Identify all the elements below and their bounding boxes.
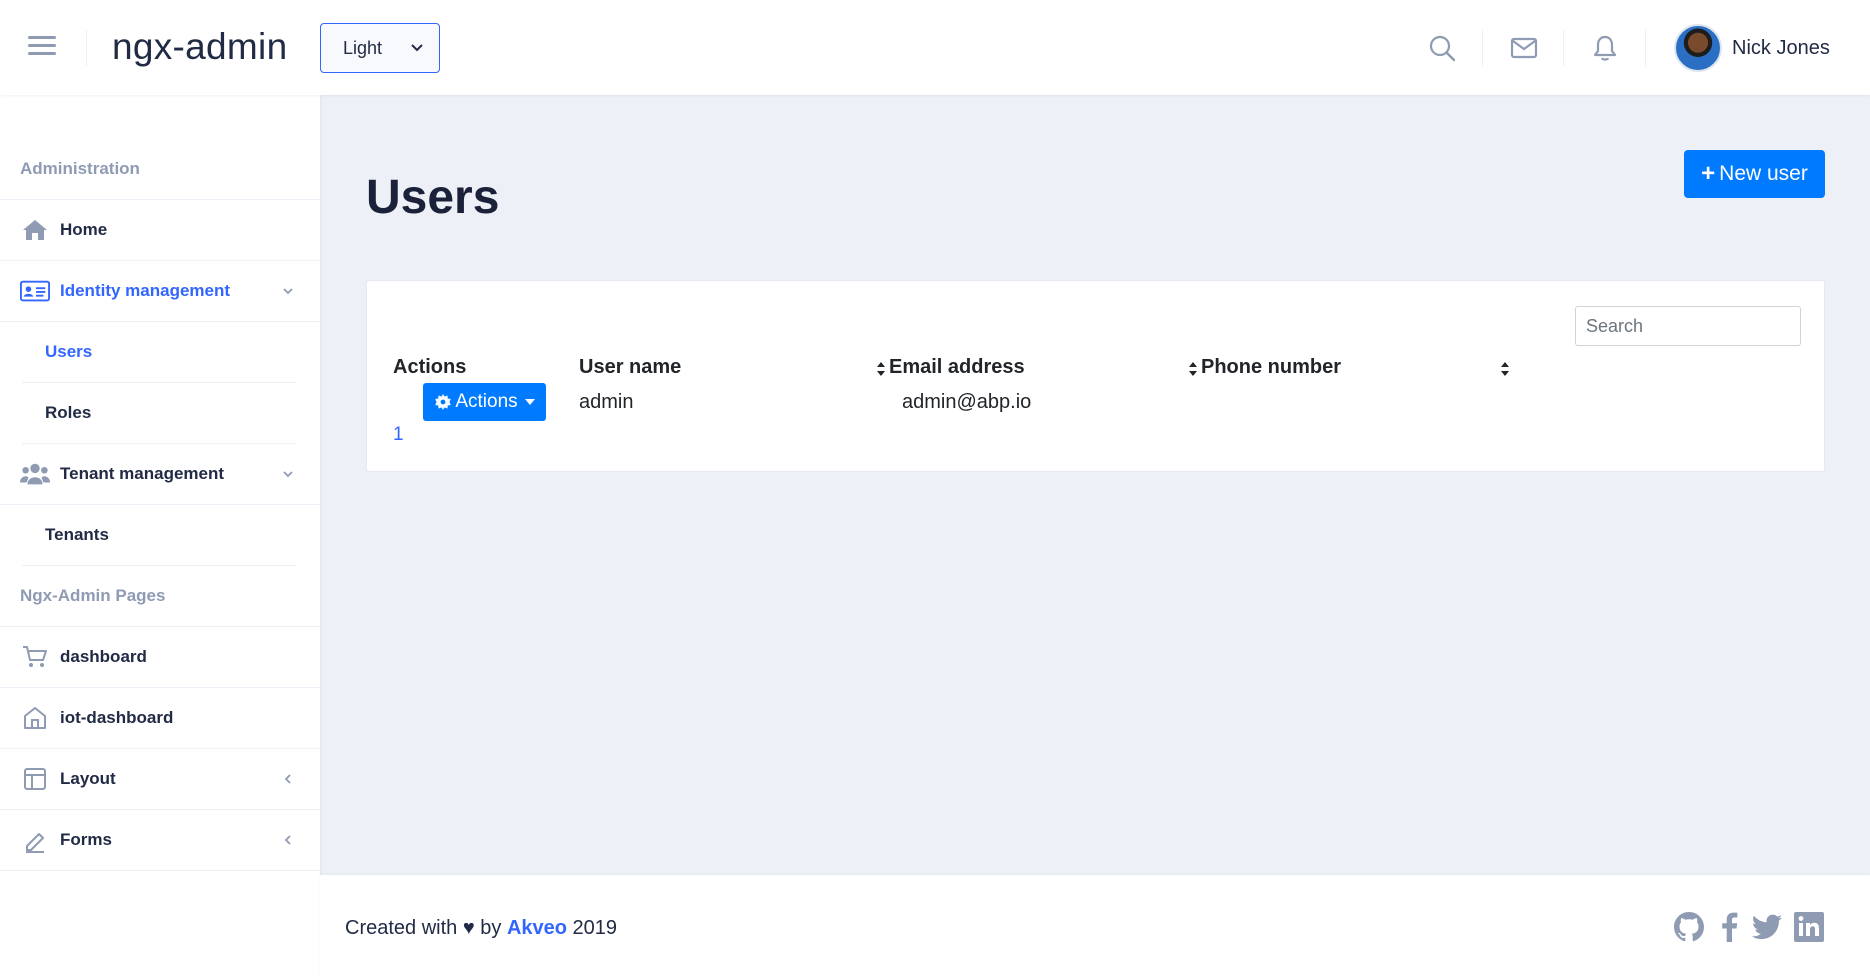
header-divider [86,30,87,66]
sidebar-item-label: Layout [60,769,116,788]
menu-toggle-icon[interactable] [28,36,56,58]
home-icon [20,217,50,243]
caret-down-icon [524,399,535,405]
notification-bell-icon[interactable] [1590,33,1620,63]
sidebar-item-identity-management[interactable]: Identity management [0,261,320,322]
sidebar-item-label: Forms [60,830,112,849]
app-logo[interactable]: ngx-admin [112,26,287,68]
avatar [1674,24,1722,72]
facebook-icon[interactable] [1713,910,1747,944]
sidebar-subitem-roles[interactable]: Roles [22,383,296,444]
edit-icon [20,827,50,853]
chevron-left-icon [284,774,291,784]
page-title: Users [366,171,500,224]
akveo-link[interactable]: Akveo [507,917,567,939]
chevron-down-icon [411,44,423,52]
sidebar-section-administration: Administration [0,139,320,200]
gear-icon [435,394,452,410]
theme-select[interactable]: Light [320,23,440,73]
sidebar-item-iot-dashboard[interactable]: iot-dashboard [0,688,320,749]
user-menu[interactable]: Nick Jones [1674,24,1830,72]
sidebar: Administration Home Identity management … [0,95,320,980]
search-input[interactable] [1575,306,1801,346]
user-name: Nick Jones [1732,36,1830,59]
footer: Created with ♥ by Akveo 2019 [320,875,1870,980]
sidebar-item-dashboard[interactable]: dashboard [0,627,320,688]
id-card-icon [20,278,50,304]
sidebar-subitem-users[interactable]: Users [22,322,296,383]
cell-user-name: admin [579,391,634,413]
header-divider [1482,30,1483,66]
shopping-cart-icon [20,644,50,670]
sort-icon[interactable] [1500,361,1510,377]
sidebar-subitem-tenants[interactable]: Tenants [22,505,296,566]
sidebar-item-label: dashboard [60,647,147,666]
footer-credit: Created with ♥ by Akveo 2019 [345,917,617,940]
header-divider [1645,30,1646,66]
home-outline-icon [20,705,50,731]
github-icon[interactable] [1672,910,1706,944]
column-header-phone-number[interactable]: Phone number [1201,356,1341,379]
sidebar-item-label: iot-dashboard [60,708,174,727]
footer-prefix: Created with ♥ by [345,917,507,939]
row-actions-button[interactable]: Actions [423,383,546,421]
sidebar-item-layout[interactable]: Layout [0,749,320,810]
email-icon[interactable] [1509,33,1539,63]
top-header: ngx-admin Light Nick Jones [0,0,1870,95]
header-divider [1563,30,1564,66]
sidebar-item-tenant-management[interactable]: Tenant management [0,444,320,505]
sidebar-item-label: Identity management [60,281,231,300]
layout-icon [20,766,50,792]
linkedin-icon[interactable] [1792,910,1826,944]
sidebar-section-ngx-admin-pages: Ngx-Admin Pages [0,566,320,627]
sort-icon[interactable] [1188,361,1198,377]
row-actions-label: Actions [455,391,518,412]
theme-select-value: Light [343,37,383,58]
users-icon [20,461,50,487]
sort-icon[interactable] [876,361,886,377]
search-icon[interactable] [1427,33,1457,63]
chevron-down-icon [283,288,293,295]
column-header-actions: Actions [393,356,467,378]
footer-year: 2019 [566,917,618,939]
sidebar-item-forms[interactable]: Forms [0,810,320,871]
sidebar-item-home[interactable]: Home [0,200,320,261]
cell-email: admin@abp.io [902,391,1032,413]
twitter-icon[interactable] [1750,910,1784,944]
users-table-card: Actions User name Email address Phone nu… [366,280,1825,472]
sidebar-item-label: Tenant management [60,464,225,483]
column-header-user-name[interactable]: User name [579,356,681,379]
pagination-page-1[interactable]: 1 [393,424,404,446]
chevron-left-icon [284,835,291,845]
column-header-email-address[interactable]: Email address [889,356,1025,379]
chevron-down-icon [283,471,293,478]
sidebar-item-label: Home [60,220,108,239]
new-user-label: New user [1719,162,1808,185]
new-user-button[interactable]: + New user [1684,150,1825,198]
plus-icon: + [1701,160,1716,187]
